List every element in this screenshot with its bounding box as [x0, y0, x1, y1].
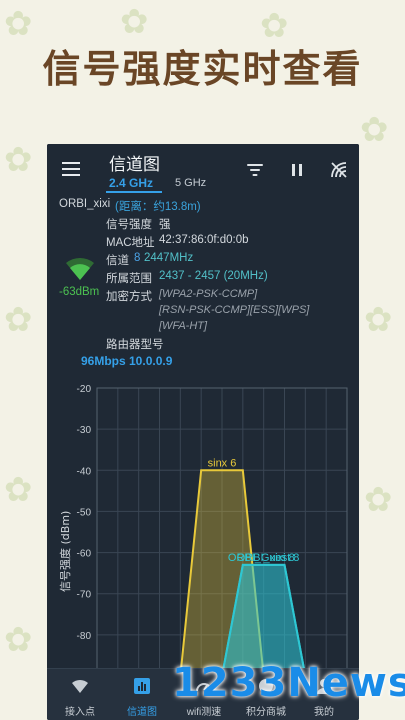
signal-scan-icon[interactable] [329, 160, 349, 180]
leaf-decoration: ✿ [360, 110, 389, 150]
y-tick-label: -20 [77, 384, 92, 395]
band-tab-2g[interactable]: 2.4 GHz [109, 176, 153, 190]
band-tab-5g[interactable]: 5 GHz [175, 177, 206, 189]
leaf-decoration: ✿ [4, 620, 33, 660]
channel-label: 信道 [106, 255, 129, 267]
y-tick-label: -80 [77, 631, 92, 642]
range-value: 2437 - 2457 (20MHz) [159, 270, 268, 282]
link-speed-ip: 96Mbps 10.0.0.9 [81, 354, 173, 368]
mac-value: 42:37:86:0f:d0:0b [159, 234, 249, 246]
encryption-line-1: [WPA2-PSK-CCMP] [159, 288, 258, 300]
channel-chart-svg: -20 -30 -40 -50 -60 -70 -80 信号强度 (dBm) sinx 6 ORB… [58, 384, 348, 677]
encryption-line-3: [WFA-HT] [159, 320, 208, 332]
mac-label: MAC地址 [106, 237, 155, 249]
app-bar: 信道图 2.4 GHz 5 GHz [47, 144, 359, 194]
series-label: ORBI_xixi 8 [237, 552, 295, 564]
y-tick-label: -30 [77, 425, 92, 436]
wifi-signal-icon [65, 256, 95, 282]
active-band-indicator [106, 191, 162, 193]
y-tick-label: -60 [77, 549, 92, 560]
series-label: sinx 6 [208, 457, 237, 469]
y-tick-label: -50 [77, 507, 92, 518]
pause-icon[interactable] [287, 160, 307, 180]
channel-frequency: 2447MHz [144, 252, 194, 264]
router-model-label: 路由器型号 [106, 339, 164, 351]
channel-number: 8 [134, 252, 141, 264]
promo-banner-title: 信号强度实时查看 [42, 47, 363, 91]
leaf-decoration: ✿ [364, 480, 393, 520]
y-tick-label: -70 [77, 590, 92, 601]
leaf-decoration: ✿ [120, 2, 149, 42]
encryption-label: 加密方式 [106, 291, 152, 303]
distance-label: (距离：约13.8m) [115, 201, 201, 213]
wifi-icon [72, 679, 88, 693]
app-screen: 信道图 2.4 GHz 5 GHz ORBI_xixi (距离：约13.8m) … [47, 144, 359, 720]
network-details[interactable]: ORBI_xixi (距离：约13.8m) 信号强度 强 MAC地址 42:37… [47, 194, 359, 368]
y-tick-label: -40 [77, 466, 92, 477]
tab-label: 信道图 [127, 707, 157, 718]
leaf-decoration: ✿ [4, 300, 33, 340]
tab-label: 接入点 [65, 707, 95, 718]
range-label: 所属范围 [106, 273, 152, 285]
ssid-label: ORBI_xixi [59, 198, 111, 210]
strength-label: 信号强度 [106, 219, 152, 231]
page-title: 信道图 [109, 155, 160, 175]
tab-access-points[interactable]: 接入点 [51, 669, 109, 720]
bar-chart-icon [134, 678, 150, 694]
tab-channel-graph[interactable]: 信道图 [113, 669, 171, 720]
y-axis-label: 信号强度 (dBm) [58, 511, 72, 592]
signal-dbm: -63dBm [59, 286, 100, 298]
leaf-decoration: ✿ [4, 470, 33, 510]
leaf-decoration: ✿ [4, 140, 33, 180]
leaf-decoration: ✿ [364, 300, 393, 340]
menu-icon[interactable] [62, 162, 80, 176]
watermark-text: 1233News [172, 660, 405, 706]
encryption-line-2: [RSN-PSK-CCMP][ESS][WPS] [159, 304, 310, 316]
filter-icon[interactable] [245, 160, 265, 180]
strength-value: 强 [159, 219, 171, 231]
channel-chart[interactable]: -20 -30 -40 -50 -60 -70 -80 信号强度 (dBm) sinx 6 ORB… [47, 376, 359, 677]
